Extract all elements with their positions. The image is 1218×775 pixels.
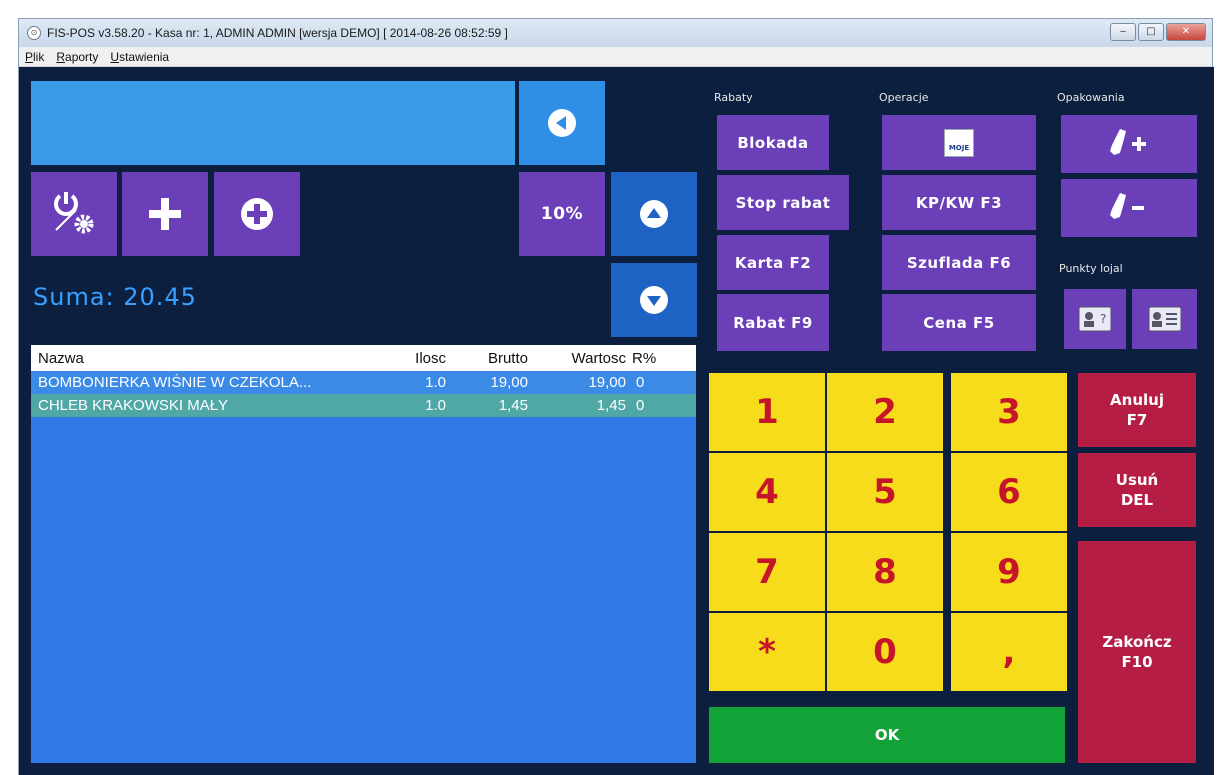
app-icon: ⊙ — [27, 26, 41, 40]
cell-rabat: 0 — [636, 397, 645, 414]
cell-nazwa: BOMBONIERKA WIŚNIE W CZEKOLA... — [38, 374, 312, 391]
section-rabaty: Rabaty — [714, 91, 753, 104]
szuflada-button[interactable]: Szuflada F6 — [882, 235, 1036, 290]
svg-text:?: ? — [1100, 312, 1106, 326]
anuluj-button[interactable]: Anuluj F7 — [1078, 373, 1196, 447]
header-wartosc[interactable]: Wartosc — [528, 350, 626, 367]
input-display[interactable] — [31, 81, 515, 165]
back-arrow-icon — [548, 109, 576, 137]
moje-rachunki-button[interactable]: MOJE — [882, 115, 1036, 170]
section-opakowania: Opakowania — [1057, 91, 1125, 104]
cell-wartosc: 1,45 — [596, 397, 626, 414]
table-row[interactable]: CHLEB KRAKOWSKI MAŁY 1.0 1,45 1,45 0 — [31, 394, 696, 417]
section-operacje: Operacje — [879, 91, 929, 104]
key-1[interactable]: 1 — [709, 373, 825, 451]
blokada-button[interactable]: Blokada — [717, 115, 829, 170]
kpkw-button[interactable]: KP/KW F3 — [882, 175, 1036, 230]
header-rabat[interactable]: R% — [626, 350, 666, 367]
menu-ustawienia[interactable]: Ustawienia — [110, 50, 169, 64]
key-0[interactable]: 0 — [827, 613, 943, 691]
maximize-button[interactable]: □ — [1138, 23, 1164, 41]
key-9[interactable]: 9 — [951, 533, 1067, 611]
scroll-down-button[interactable] — [611, 263, 697, 337]
plus-circle-icon — [241, 198, 273, 230]
menu-raporty[interactable]: Raporty — [56, 50, 98, 64]
cell-ilosc: 1.0 — [425, 374, 446, 391]
remove-packaging-button[interactable] — [1061, 179, 1197, 237]
bottle-minus-icon — [1110, 193, 1144, 219]
add-button[interactable] — [122, 172, 208, 256]
backspace-button[interactable] — [519, 81, 605, 165]
key-8[interactable]: 8 — [827, 533, 943, 611]
loyalty-card-list-icon — [1148, 306, 1181, 332]
table-row[interactable]: BOMBONIERKA WIŚNIE W CZEKOLA... 1.0 19,0… — [31, 371, 696, 394]
key-4[interactable]: 4 — [709, 453, 825, 531]
window-controls: ‒ □ ✕ — [1110, 23, 1206, 41]
add-circle-button[interactable] — [214, 172, 300, 256]
karta-button[interactable]: Karta F2 — [717, 235, 829, 290]
menu-bar: Plik Raporty Ustawienia — [19, 47, 1212, 67]
key-asterisk[interactable]: * — [709, 613, 825, 691]
section-punkty: Punkty lojal — [1059, 262, 1123, 275]
close-button[interactable]: ✕ — [1166, 23, 1206, 41]
key-7[interactable]: 7 — [709, 533, 825, 611]
logout-settings-button[interactable] — [31, 172, 117, 256]
plus-icon — [149, 198, 181, 230]
key-5[interactable]: 5 — [827, 453, 943, 531]
zakoncz-button[interactable]: Zakończ F10 — [1078, 541, 1196, 763]
minimize-button[interactable]: ‒ — [1110, 23, 1136, 41]
header-ilosc[interactable]: Ilosc — [391, 350, 446, 367]
pos-panel: 10% Suma: 20.45 Nazwa Ilosc Brutto Warto… — [19, 67, 1214, 775]
down-arrow-icon — [640, 286, 668, 314]
discount-10-button[interactable]: 10% — [519, 172, 605, 256]
bottle-plus-icon — [1110, 129, 1146, 155]
receipt-table: Nazwa Ilosc Brutto Wartosc R% BOMBONIERK… — [31, 345, 696, 763]
table-header: Nazwa Ilosc Brutto Wartosc R% — [31, 345, 696, 371]
rabat-button[interactable]: Rabat F9 — [717, 294, 829, 351]
title-bar: ⊙ FIS-POS v3.58.20 - Kasa nr: 1, ADMIN A… — [19, 19, 1212, 47]
loyalty-card-check-button[interactable]: ? — [1064, 289, 1126, 349]
cell-nazwa: CHLEB KRAKOWSKI MAŁY — [38, 397, 229, 414]
loyalty-card-question-icon: ? — [1078, 306, 1112, 332]
cell-brutto: 1,45 — [498, 397, 528, 414]
key-comma[interactable]: , — [951, 613, 1067, 691]
key-2[interactable]: 2 — [827, 373, 943, 451]
cell-rabat: 0 — [636, 374, 645, 391]
header-brutto[interactable]: Brutto — [446, 350, 528, 367]
add-packaging-button[interactable] — [1061, 115, 1197, 173]
cell-ilosc: 1.0 — [425, 397, 446, 414]
loyalty-card-list-button[interactable] — [1132, 289, 1197, 349]
key-3[interactable]: 3 — [951, 373, 1067, 451]
ok-button[interactable]: OK — [709, 707, 1065, 763]
key-6[interactable]: 6 — [951, 453, 1067, 531]
cell-brutto: 19,00 — [490, 374, 528, 391]
usun-button[interactable]: Usuń DEL — [1078, 453, 1196, 527]
window-title: FIS-POS v3.58.20 - Kasa nr: 1, ADMIN ADM… — [47, 26, 508, 40]
header-nazwa[interactable]: Nazwa — [31, 350, 391, 367]
menu-plik[interactable]: Plik — [25, 50, 44, 64]
power-gear-icon — [54, 192, 94, 234]
scroll-up-button[interactable] — [611, 172, 697, 256]
cena-button[interactable]: Cena F5 — [882, 294, 1036, 351]
sum-total: Suma: 20.45 — [33, 283, 197, 311]
cell-wartosc: 19,00 — [588, 374, 626, 391]
up-arrow-icon — [640, 200, 668, 228]
stop-rabat-button[interactable]: Stop rabat — [717, 175, 849, 230]
receipts-icon: MOJE — [944, 128, 974, 157]
pos-window: ⊙ FIS-POS v3.58.20 - Kasa nr: 1, ADMIN A… — [18, 18, 1214, 775]
